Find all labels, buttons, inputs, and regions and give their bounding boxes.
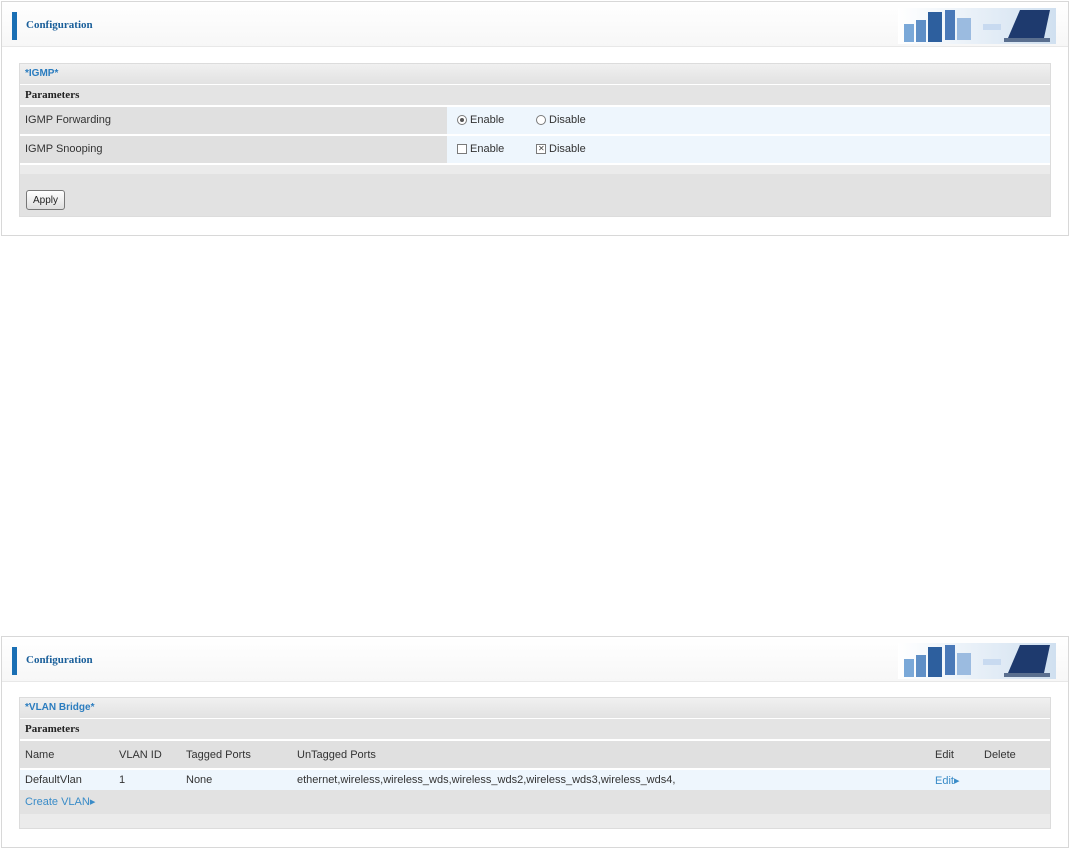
panel-header: Configuration — [2, 2, 1068, 47]
apply-area: Apply — [20, 174, 1050, 216]
vlan-bridge-section: *VLAN Bridge* Parameters Name VLAN ID Ta… — [19, 697, 1051, 829]
table-header-row: Name VLAN ID Tagged Ports UnTagged Ports… — [20, 741, 1050, 770]
vlan-bridge-panel: Configuration *VLAN Bridge* Parameters N… — [1, 636, 1069, 848]
igmp-forwarding-label: IGMP Forwarding — [20, 107, 449, 134]
igmp-panel: Configuration *IGMP* Parameters IGMP For… — [1, 1, 1069, 236]
page-title: Configuration — [26, 19, 93, 31]
col-untagged-ports: UnTagged Ports — [292, 741, 930, 770]
igmp-snooping-disable-checkbox[interactable]: Disable — [536, 143, 586, 155]
header-accent-bar — [12, 12, 17, 40]
igmp-section: *IGMP* Parameters IGMP Forwarding Enable… — [19, 63, 1051, 217]
header-accent-bar — [12, 647, 17, 675]
section-title: *IGMP* — [20, 64, 1050, 85]
create-vlan-link[interactable]: Create VLAN▸ — [25, 796, 95, 808]
parameters-heading: Parameters — [20, 85, 1050, 107]
igmp-snooping-options: Enable Disable — [447, 136, 1050, 163]
igmp-snooping-enable-checkbox[interactable]: Enable — [457, 143, 504, 155]
igmp-forwarding-disable-radio[interactable]: Disable — [536, 114, 586, 126]
col-vlan-id: VLAN ID — [114, 741, 181, 770]
vlan-name-cell: DefaultVlan — [20, 769, 114, 790]
delete-cell — [979, 769, 1050, 790]
vlan-table: Name VLAN ID Tagged Ports UnTagged Ports… — [20, 741, 1050, 790]
page-title: Configuration — [26, 654, 93, 666]
igmp-forwarding-enable-radio[interactable]: Enable — [457, 114, 504, 126]
col-name: Name — [20, 741, 114, 770]
create-vlan-row: Create VLAN▸ — [20, 790, 1050, 814]
radio-unselected-icon[interactable] — [536, 115, 546, 125]
edit-link[interactable]: Edit▸ — [935, 775, 960, 787]
checkbox-checked-icon[interactable] — [536, 144, 546, 154]
tagged-ports-cell: None — [181, 769, 292, 790]
section-title: *VLAN Bridge* — [20, 698, 1050, 719]
apply-button[interactable]: Apply — [26, 190, 66, 210]
vlan-id-cell: 1 — [114, 769, 181, 790]
edit-cell: Edit▸ — [930, 769, 979, 790]
checkbox-unchecked-icon[interactable] — [457, 144, 467, 154]
igmp-forwarding-row: IGMP Forwarding Enable Disable — [20, 107, 1050, 136]
parameters-heading: Parameters — [20, 719, 1050, 741]
igmp-snooping-row: IGMP Snooping Enable Disable — [20, 136, 1050, 165]
radio-selected-icon[interactable] — [457, 115, 467, 125]
network-graphic-icon — [898, 643, 1056, 679]
network-graphic-icon — [898, 8, 1056, 44]
col-tagged-ports: Tagged Ports — [181, 741, 292, 770]
table-row: DefaultVlan 1 None ethernet,wireless,wir… — [20, 769, 1050, 790]
untagged-ports-cell: ethernet,wireless,wireless_wds,wireless_… — [292, 769, 930, 790]
panel-header: Configuration — [2, 637, 1068, 682]
col-edit: Edit — [930, 741, 979, 770]
igmp-snooping-label: IGMP Snooping — [20, 136, 449, 163]
igmp-forwarding-options: Enable Disable — [447, 107, 1050, 134]
col-delete: Delete — [979, 741, 1050, 770]
